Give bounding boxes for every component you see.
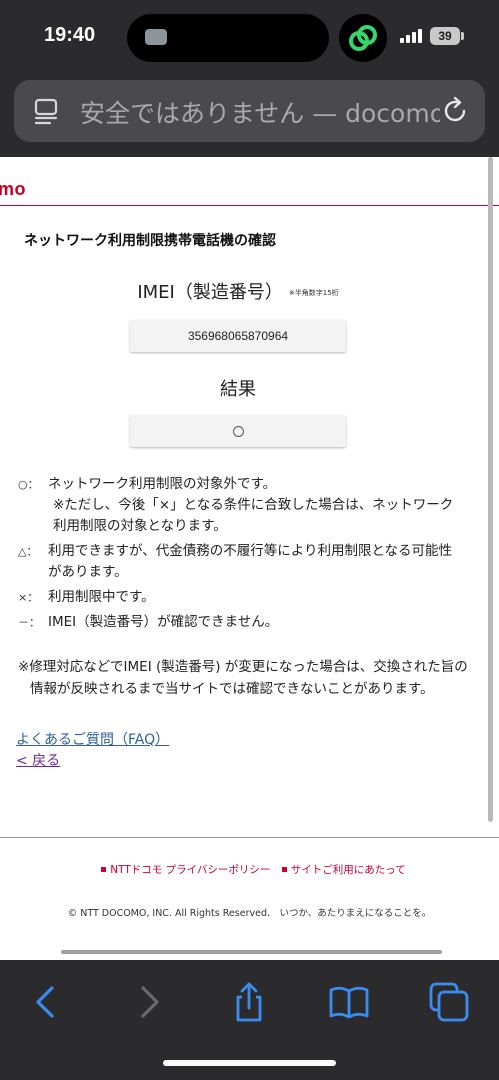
legend-item-restricted: ×： 利用制限中です。 [18, 587, 458, 608]
forward-icon[interactable] [127, 980, 171, 1024]
status-bar: 19:40 39 [0, 0, 499, 76]
legend-text: 利用できますが、代金債務の不履行等により利用制限となる可能性があります。 [48, 543, 453, 580]
page-title: ネットワーク利用制限携帯電話機の確認 [24, 233, 276, 249]
scroll-indicator[interactable] [488, 157, 493, 822]
cellular-signal-icon [400, 29, 424, 43]
legend-symbol: －： [18, 616, 40, 629]
reader-mode-icon[interactable] [32, 97, 60, 125]
tabs-icon[interactable] [427, 980, 471, 1024]
site-terms-link[interactable]: サイトご利用にあたって [291, 864, 406, 876]
result-value-field [130, 415, 346, 447]
card-icon [145, 29, 167, 45]
back-link[interactable]: < 戻る [16, 750, 60, 770]
battery-tip [461, 32, 464, 40]
bullet-icon [101, 867, 107, 872]
bullet-icon [281, 867, 287, 872]
docomo-logo[interactable]: mo [0, 179, 26, 200]
legend-text: 利用制限中です。 [48, 589, 155, 605]
legend-item-ok: ○： ネットワーク利用制限の対象外です。 ※ただし、今後「×」となる条件に合致し… [18, 474, 458, 537]
back-icon[interactable] [24, 980, 68, 1024]
legend-text: IMEI（製造番号）が確認できません。 [48, 614, 279, 630]
clock: 19:40 [44, 24, 96, 46]
home-indicator[interactable] [163, 1060, 336, 1066]
address-bar[interactable]: 安全ではありません — docomo.jp [14, 80, 485, 142]
share-icon[interactable] [227, 980, 271, 1024]
copyright: © NTT DOCOMO, INC. All Rights Reserved. … [67, 908, 432, 919]
result-label: 結果 [220, 379, 256, 400]
imei-note: ※半角数字15桁 [288, 289, 339, 297]
legend-symbol: ○： [18, 478, 39, 491]
privacy-policy-link[interactable]: NTTドコモ プライバシーポリシー [110, 864, 270, 876]
legend-symbol: △： [18, 545, 38, 558]
web-page: mo ネットワーク利用制限携帯電話機の確認 IMEI（製造番号） ※半角数字15桁… [0, 157, 499, 960]
dynamic-island [127, 14, 329, 62]
imei-label: IMEI（製造番号） ※半角数字15桁 [0, 278, 476, 304]
footer-divider [0, 837, 499, 838]
horizontal-scroll-indicator [61, 950, 442, 954]
legend-symbol: ×： [18, 591, 39, 604]
result-legend: ○： ネットワーク利用制限の対象外です。 ※ただし、今後「×」となる条件に合致し… [18, 474, 458, 637]
url-text[interactable]: 安全ではありません — docomo.jp [80, 94, 440, 130]
bookmarks-icon[interactable] [327, 980, 371, 1024]
header-divider [0, 205, 499, 206]
battery-icon: 39 [430, 27, 460, 45]
legend-item-unknown: －： IMEI（製造番号）が確認できません。 [18, 612, 458, 633]
faq-link[interactable]: よくあるご質問（FAQ） [16, 729, 169, 749]
reload-icon[interactable] [440, 96, 470, 126]
legend-text: ネットワーク利用制限の対象外です。 [48, 476, 277, 492]
legend-subnote: ※ただし、今後「×」となる条件に合致した場合は、ネットワーク利用制限の対象となり… [53, 497, 454, 534]
footer-links: NTTドコモ プライバシーポリシー サイトご利用にあたって [0, 862, 499, 877]
repair-notice: ※修理対応などでIMEI (製造番号) が変更になった場合は、交換された旨の情報… [18, 656, 468, 700]
repair-notice-text: ※修理対応などでIMEI (製造番号) が変更になった場合は、交換された旨の情報… [18, 659, 468, 697]
circle-mark-icon [232, 426, 244, 438]
app-activity-icon [339, 14, 387, 62]
imei-value-field: 356968065870964 [130, 320, 346, 352]
legend-item-caution: △： 利用できますが、代金債務の不履行等により利用制限となる可能性があります。 [18, 541, 458, 583]
imei-label-text: IMEI（製造番号） [137, 282, 283, 303]
